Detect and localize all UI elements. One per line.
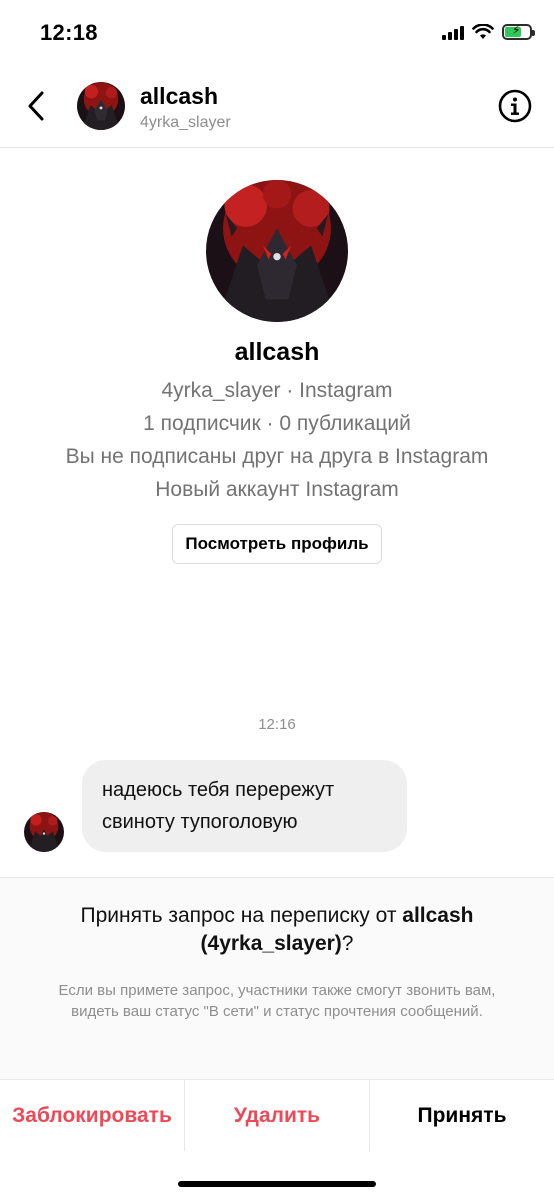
profile-card: allcash 4yrka_slayer · Instagram 1 подпи… bbox=[0, 180, 554, 564]
battery-charging-icon: ⚡ bbox=[502, 23, 535, 40]
profile-name: allcash bbox=[234, 338, 320, 366]
chat-header: allcash 4yrka_slayer bbox=[0, 70, 554, 148]
request-question-suffix: ? bbox=[341, 932, 354, 955]
profile-follow-status: Вы не подписаны друг на друга в Instagra… bbox=[65, 445, 489, 468]
message-request-panel: Принять запрос на переписку от allcash (4… bbox=[0, 877, 554, 1079]
accept-button[interactable]: Принять bbox=[370, 1080, 554, 1151]
sender-avatar-image bbox=[24, 812, 64, 852]
wifi-icon bbox=[472, 24, 494, 39]
signal-icon bbox=[442, 24, 464, 40]
request-question-prefix: Принять запрос на переписку от bbox=[80, 904, 403, 927]
profile-avatar-image bbox=[206, 180, 348, 322]
message-timestamp: 12:16 bbox=[258, 716, 296, 733]
chevron-left-icon bbox=[28, 91, 44, 121]
delete-button[interactable]: Удалить bbox=[185, 1080, 370, 1151]
profile-avatar[interactable] bbox=[206, 180, 348, 322]
request-question-name: allcash bbox=[402, 904, 474, 927]
profile-stats: 1 подписчик · 0 публикаций bbox=[143, 412, 411, 435]
info-button[interactable] bbox=[498, 89, 532, 123]
avatar[interactable] bbox=[77, 82, 125, 130]
request-actions: Заблокировать Удалить Принять bbox=[0, 1079, 554, 1151]
message-bubble[interactable]: надеюсь тебя перережут свиноту тупоголов… bbox=[82, 760, 407, 852]
chat-username: 4yrka_slayer bbox=[140, 114, 231, 131]
back-button[interactable] bbox=[20, 86, 52, 126]
status-bar: 12:18 ⚡ bbox=[0, 0, 554, 70]
sender-avatar[interactable] bbox=[24, 812, 64, 852]
request-note: Если вы примете запрос, участники также … bbox=[58, 982, 496, 1020]
profile-username: 4yrka_slayer · Instagram bbox=[161, 379, 393, 402]
avatar-image bbox=[77, 82, 125, 130]
info-icon bbox=[498, 89, 532, 123]
request-question: Принять запрос на переписку от allcash (4… bbox=[37, 902, 517, 958]
message-row: надеюсь тебя перережут свиноту тупоголов… bbox=[24, 760, 534, 854]
request-question-username: (4yrka_slayer) bbox=[200, 932, 342, 955]
status-icons: ⚡ bbox=[442, 23, 535, 40]
view-profile-button[interactable]: Посмотреть профиль bbox=[172, 524, 382, 564]
status-time: 12:18 bbox=[40, 20, 98, 45]
chat-title[interactable]: allcash bbox=[140, 83, 218, 110]
home-indicator[interactable] bbox=[178, 1181, 376, 1187]
block-button[interactable]: Заблокировать bbox=[0, 1080, 185, 1151]
profile-account-note: Новый аккаунт Instagram bbox=[155, 478, 399, 501]
